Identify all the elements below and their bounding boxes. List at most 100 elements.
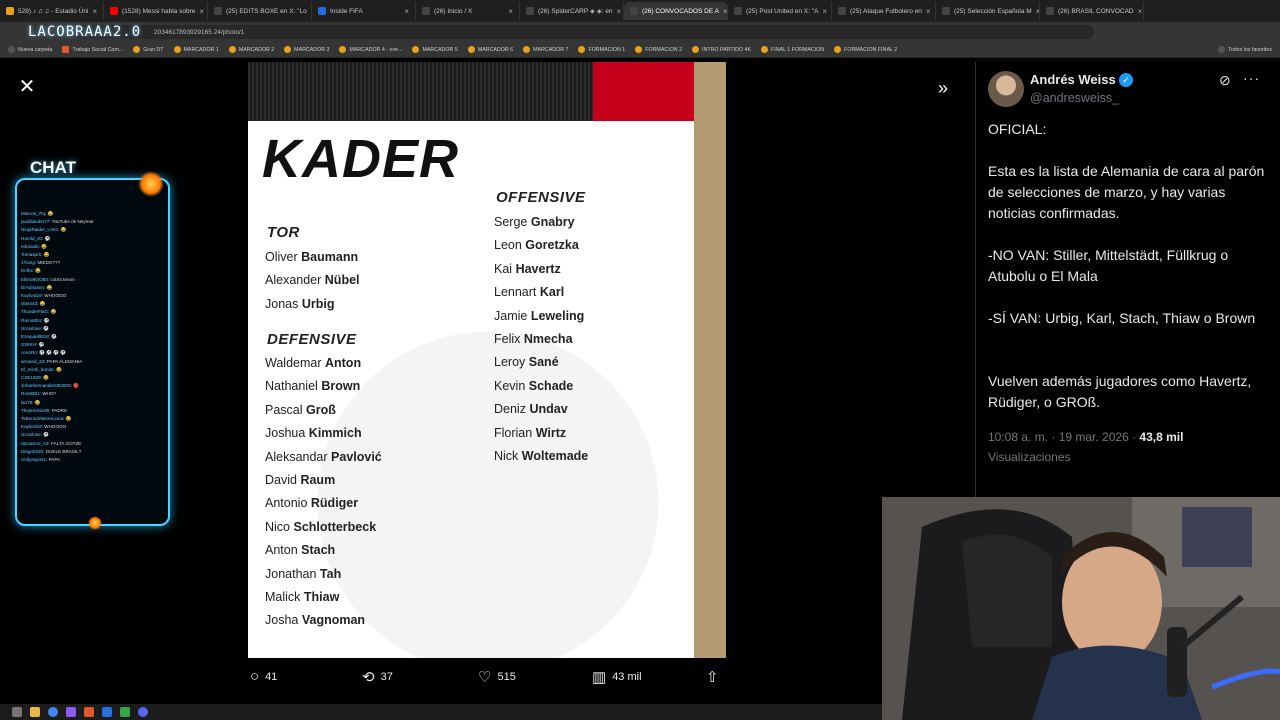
close-icon[interactable]: ✕	[18, 77, 36, 97]
app-icon[interactable]	[66, 707, 76, 717]
avatar[interactable]	[988, 71, 1024, 107]
chat-text: : MIEDO???	[34, 260, 61, 266]
chat-text: : 😂	[43, 284, 53, 290]
player-first-name: Nick	[494, 449, 519, 463]
browser-tab[interactable]: (26) CONVOCADOS DE A ×	[624, 2, 728, 20]
grok-icon[interactable]: ⊘	[1219, 72, 1231, 89]
verified-badge-icon: ✓	[1119, 73, 1133, 87]
views-label: Visualizaciones	[988, 450, 1071, 464]
browser-tab[interactable]: (26) SpiderCARP ◈ ◈: en ×	[520, 2, 624, 20]
start-icon[interactable]	[12, 707, 22, 717]
browser-tab[interactable]: (25) EDITS BOXE en X: "Lo×	[208, 2, 312, 20]
close-tab-icon[interactable]: ×	[404, 7, 409, 16]
app-icon[interactable]	[120, 707, 130, 717]
browser-tab[interactable]: (26) Inicio / X ×	[416, 2, 520, 20]
tweet-text-paragraph: Vuelven además jugadores como Havertz, R…	[988, 373, 1252, 410]
browser-tab[interactable]: (1528) Messi habla sobre ×	[104, 2, 208, 20]
share-button[interactable]: ⇧	[706, 668, 719, 686]
bookmark-item[interactable]: FORMACION 1	[574, 46, 629, 53]
app-icon[interactable]	[84, 707, 94, 717]
player-last-name: Nmecha	[523, 332, 573, 346]
author-name[interactable]: Andrés Weiss	[1030, 72, 1116, 87]
bookmark-label: MARCADOR 1	[183, 46, 219, 53]
chat-text: : 🔴	[70, 383, 79, 389]
chat-message: Marcos_7tq: 😂	[21, 210, 168, 218]
tab-favicon-icon	[318, 7, 326, 15]
bookmark-item[interactable]: MARCADOR 3	[280, 46, 333, 53]
photo-gold-band	[694, 62, 726, 658]
bookmark-item[interactable]: FORMACION FINAL 2	[830, 46, 901, 53]
bookmark-item[interactable]: FORMACION 2	[631, 46, 686, 53]
player-name: Felix Nmecha	[494, 332, 573, 346]
close-tab-icon[interactable]: ×	[926, 7, 931, 16]
player-name: Jonas Urbig	[265, 297, 334, 311]
bookmark-item[interactable]: Trabajo Social Com...	[58, 46, 127, 53]
views-button[interactable]: ▥ 43 mil	[592, 668, 642, 686]
player-name: Nico Schlotterbeck	[265, 520, 376, 534]
chat-username: S3KKH	[21, 342, 37, 348]
all-bookmarks-folder[interactable]: Todos los favoritos	[1214, 46, 1280, 53]
bookmark-item[interactable]: MARCADOR 5	[408, 46, 461, 53]
tab-label: (1528) Messi habla sobre	[122, 7, 196, 15]
player-last-name: Undav	[529, 402, 568, 417]
chat-text: : 😂	[45, 211, 54, 216]
player-first-name: Felix	[494, 332, 521, 346]
tweet-action-bar: ○ 41 ⟲ 37 ♡ 515 ▥ 43 mil ⇧	[248, 668, 726, 692]
chat-text: : WHO?	[39, 391, 56, 397]
close-tab-icon[interactable]: ×	[92, 7, 97, 16]
browser-tab[interactable]: (25) Ataque Futbolero en ×	[832, 2, 936, 20]
bookmark-icon	[578, 46, 586, 53]
chrome-icon[interactable]	[48, 707, 58, 717]
player-name: Nathaniel Brown	[265, 379, 360, 393]
chat-text: : 😂	[53, 366, 62, 372]
chat-username: DrAdriasnn	[21, 284, 44, 290]
browser-tab[interactable]: Inside FIFA ×	[312, 2, 416, 20]
browser-tab[interactable]: (26) BRASIL CONVOCAD ×	[1040, 2, 1144, 20]
close-tab-icon[interactable]: ×	[508, 7, 513, 16]
steam-icon[interactable]	[102, 707, 112, 717]
bookmark-icon	[523, 46, 531, 53]
bookmark-item[interactable]: MARCADOR 7	[519, 46, 572, 53]
author-handle[interactable]: @andresweiss_	[1030, 91, 1119, 105]
bookmark-label: Gran DT	[143, 46, 164, 53]
bookmark-label: FORMACION 2	[645, 46, 683, 53]
stream-logo: LACOBRAAA2.0	[28, 24, 142, 40]
chat-username: Ramo804	[21, 317, 41, 323]
player-first-name: Leon	[494, 238, 522, 253]
chat-text: : 😂	[63, 416, 72, 422]
chat-message: Enfrix: 😂	[21, 267, 168, 275]
bookmark-item[interactable]: MARCADOR 1	[170, 46, 223, 53]
more-options-icon[interactable]: ···	[1243, 70, 1260, 86]
repost-button[interactable]: ⟲ 37	[362, 668, 393, 686]
chat-username: Thejeremie28	[21, 407, 50, 413]
close-tab-icon[interactable]: ×	[1138, 7, 1143, 16]
tweet-timestamp[interactable]: 10:08 a. m. · 19 mar. 2026 · 43,8 mil	[988, 430, 1183, 444]
expand-panel-icon[interactable]: »	[938, 78, 948, 99]
bookmark-item[interactable]: MARCADOR 2	[225, 46, 278, 53]
close-tab-icon[interactable]: ×	[199, 7, 204, 16]
bookmark-item[interactable]: MARCADOR 4 - ove...	[335, 46, 406, 53]
browser-tab[interactable]: 528) ♪ ♫ ♫ - Estadio Úni ×	[0, 2, 104, 20]
bookmark-item[interactable]: FINAL 1 FORMACION	[757, 46, 828, 53]
browser-tab[interactable]: (25) Selección Española M ×	[936, 2, 1040, 20]
player-last-name: Schlotterbeck	[293, 519, 377, 534]
chat-text: : ⚽	[41, 235, 51, 241]
address-input[interactable]: 2034617893929165 24/photo/1	[74, 25, 1094, 39]
bookmark-item[interactable]: Nueva carpeta	[4, 46, 56, 53]
player-last-name: Anton	[324, 356, 362, 370]
like-button[interactable]: ♡ 515	[478, 668, 516, 686]
bookmark-item[interactable]: Gran DT	[129, 46, 167, 53]
chat-text: : WHOOOO	[41, 293, 67, 299]
tweet-photo[interactable]: KADER TOR DEFENSIVE OFFENSIVE Oliver Bau…	[248, 62, 726, 658]
player-name: Anton Stach	[265, 543, 335, 557]
bookmark-item[interactable]: MARCADOR 6	[464, 46, 517, 53]
chat-text: : 😂	[32, 399, 41, 405]
reply-button[interactable]: ○ 41	[250, 668, 277, 685]
close-tab-icon[interactable]: ×	[617, 7, 622, 16]
close-tab-icon[interactable]: ×	[822, 7, 827, 16]
browser-tab[interactable]: (25) Post United en X: "A ×	[728, 2, 832, 20]
bookmark-item[interactable]: INTRO PARTIDO 4K	[688, 46, 755, 53]
folder-icon[interactable]	[30, 707, 40, 717]
discord-icon[interactable]	[138, 707, 148, 717]
close-tab-icon[interactable]: ×	[723, 7, 727, 16]
